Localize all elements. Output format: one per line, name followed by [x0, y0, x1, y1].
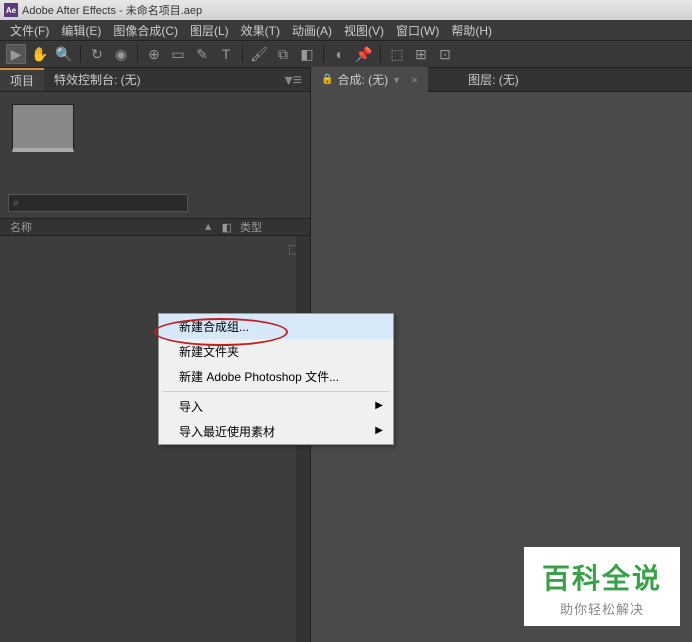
- search-input[interactable]: [23, 197, 183, 209]
- separator: [242, 45, 243, 63]
- chevron-down-icon[interactable]: ▼: [392, 75, 401, 85]
- separator: [80, 45, 81, 63]
- comp-tab-label: 合成: (无): [337, 71, 388, 88]
- search-box[interactable]: ⌕: [8, 194, 188, 212]
- menu-animation[interactable]: 动画(A): [286, 20, 338, 41]
- roto-tool[interactable]: ◐: [330, 44, 350, 64]
- menu-file[interactable]: 文件(F): [4, 20, 55, 41]
- thumbnail-area: [0, 92, 310, 164]
- zoom-tool[interactable]: 🔍: [54, 44, 74, 64]
- puppet-tool[interactable]: 📌: [354, 44, 374, 64]
- tab-effects-controls[interactable]: 特效控制台: (无): [44, 68, 151, 91]
- separator: [137, 45, 138, 63]
- ctx-new-photoshop-file[interactable]: 新建 Adobe Photoshop 文件...: [159, 364, 393, 389]
- menu-edit[interactable]: 编辑(E): [55, 20, 107, 41]
- menu-window[interactable]: 窗口(W): [390, 20, 445, 41]
- view-axis-icon[interactable]: ⊡: [435, 44, 455, 64]
- separator: [380, 45, 381, 63]
- column-type[interactable]: 类型: [240, 219, 300, 235]
- ctx-import-label: 导入: [179, 400, 203, 414]
- panel-menu-icon[interactable]: ▾≡: [277, 70, 310, 90]
- hand-tool[interactable]: ✋: [30, 44, 50, 64]
- camera-tool[interactable]: ◉: [111, 44, 131, 64]
- context-menu: 新建合成组... 新建文件夹 新建 Adobe Photoshop 文件... …: [158, 313, 394, 445]
- pen-tool[interactable]: ✎: [192, 44, 212, 64]
- ctx-import[interactable]: 导入 ▶: [159, 394, 393, 419]
- menu-effect[interactable]: 效果(T): [235, 20, 286, 41]
- menu-composition[interactable]: 图像合成(C): [107, 20, 184, 41]
- toolbar: ▶ ✋ 🔍 ↻ ◉ ⊕ ▭ ✎ T 🖌 ⧉ ◧ ◐ 📌 ⬚ ⊞ ⊡: [0, 40, 692, 68]
- layer-tab-label: 图层: (无): [468, 71, 519, 88]
- separator: [323, 45, 324, 63]
- mask-tool[interactable]: ▭: [168, 44, 188, 64]
- project-list-header: 名称 ▲ ◧ 类型: [0, 218, 310, 236]
- ctx-new-composition[interactable]: 新建合成组...: [159, 314, 393, 339]
- menubar: 文件(F) 编辑(E) 图像合成(C) 图层(L) 效果(T) 动画(A) 视图…: [0, 20, 692, 40]
- sort-icon[interactable]: ▲: [203, 221, 214, 233]
- column-name[interactable]: 名称: [10, 219, 203, 235]
- menu-separator: [163, 391, 389, 392]
- selection-tool[interactable]: ▶: [6, 44, 26, 64]
- preview-thumbnail: [12, 104, 74, 152]
- lock-icon: 🔒: [321, 74, 333, 85]
- ctx-import-recent-label: 导入最近使用素材: [179, 425, 275, 439]
- anchor-tool[interactable]: ⊕: [144, 44, 164, 64]
- ctx-import-recent[interactable]: 导入最近使用素材 ▶: [159, 419, 393, 444]
- window-title: Adobe After Effects - 未命名项目.aep: [22, 2, 202, 18]
- search-icon: ⌕: [13, 197, 19, 210]
- text-tool[interactable]: T: [216, 44, 236, 64]
- search-row: ⌕: [0, 194, 310, 212]
- eraser-tool[interactable]: ◧: [297, 44, 317, 64]
- clone-tool[interactable]: ⧉: [273, 44, 293, 64]
- left-tab-row: 项目 特效控制台: (无) ▾≡: [0, 68, 310, 92]
- label-icon[interactable]: ◧: [222, 221, 232, 234]
- titlebar: Ae Adobe After Effects - 未命名项目.aep: [0, 0, 692, 20]
- watermark-title: 百科全说: [542, 557, 662, 597]
- rotate-tool[interactable]: ↻: [87, 44, 107, 64]
- watermark: 百科全说 助你轻松解决: [524, 547, 680, 626]
- tab-composition[interactable]: 🔒 合成: (无) ▼ ×: [311, 67, 428, 92]
- submenu-arrow-icon: ▶: [375, 400, 383, 411]
- brush-tool[interactable]: 🖌: [249, 44, 269, 64]
- right-tab-row: 🔒 合成: (无) ▼ × 图层: (无): [311, 68, 692, 92]
- watermark-subtitle: 助你轻松解决: [542, 599, 662, 618]
- tab-project[interactable]: 项目: [0, 68, 44, 91]
- menu-view[interactable]: 视图(V): [338, 20, 390, 41]
- close-icon[interactable]: ×: [411, 73, 418, 87]
- tab-layer[interactable]: 图层: (无): [458, 67, 529, 92]
- app-icon: Ae: [4, 3, 18, 17]
- menu-layer[interactable]: 图层(L): [184, 20, 235, 41]
- local-axis-icon[interactable]: ⬚: [387, 44, 407, 64]
- menu-help[interactable]: 帮助(H): [445, 20, 498, 41]
- world-axis-icon[interactable]: ⊞: [411, 44, 431, 64]
- submenu-arrow-icon: ▶: [375, 425, 383, 436]
- ctx-new-folder[interactable]: 新建文件夹: [159, 339, 393, 364]
